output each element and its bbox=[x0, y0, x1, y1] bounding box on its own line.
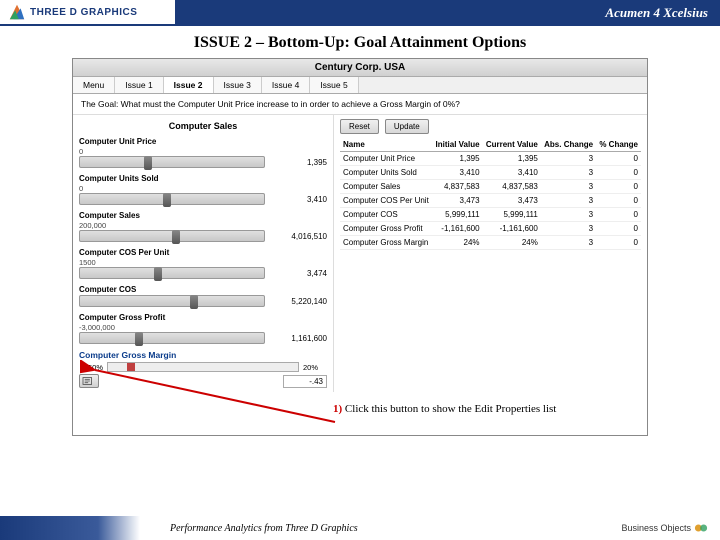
slide-title: ISSUE 2 – Bottom-Up: Goal Attainment Opt… bbox=[0, 34, 720, 52]
three-d-logo-icon bbox=[8, 3, 26, 21]
sliders-panel: Computer Sales Computer Unit Price01,395… bbox=[73, 115, 333, 392]
table-row: Computer Sales4,837,5834,837,58330 bbox=[340, 180, 641, 194]
slider-track[interactable] bbox=[79, 193, 265, 205]
slider-value: 5,220,140 bbox=[271, 297, 327, 306]
goal-text: The Goal: What must the Computer Unit Pr… bbox=[73, 94, 647, 115]
callout-text: 1) Click this button to show the Edit Pr… bbox=[333, 403, 556, 415]
tab-menu[interactable]: Menu bbox=[73, 77, 115, 93]
footer: Performance Analytics from Three D Graph… bbox=[0, 516, 720, 540]
slider-track[interactable] bbox=[79, 332, 265, 344]
slider-label: Computer Unit Price bbox=[79, 137, 327, 146]
table-row: Computer Gross Margin24%24%30 bbox=[340, 236, 641, 250]
logo-area: THREE D GRAPHICS bbox=[0, 0, 175, 26]
footer-text: Performance Analytics from Three D Graph… bbox=[170, 523, 358, 534]
gm-min: -50% bbox=[79, 363, 103, 372]
slider-label: Computer COS bbox=[79, 285, 327, 294]
table-row: Computer Unit Price1,3951,39530 bbox=[340, 152, 641, 166]
tab-bar: MenuIssue 1Issue 2Issue 3Issue 4Issue 5 bbox=[73, 77, 647, 94]
gross-margin-label: Computer Gross Margin bbox=[79, 350, 327, 360]
tab-issue-4[interactable]: Issue 4 bbox=[262, 77, 310, 93]
header: THREE D GRAPHICS Acumen 4 Xcelsius bbox=[0, 0, 720, 26]
product-name: Acumen 4 Xcelsius bbox=[605, 5, 708, 21]
slider-thumb[interactable] bbox=[163, 193, 171, 207]
table-row: Computer Gross Profit-1,161,600-1,161,60… bbox=[340, 222, 641, 236]
app-title: Century Corp. USA bbox=[73, 59, 647, 77]
slider-thumb[interactable] bbox=[154, 267, 162, 281]
tab-issue-3[interactable]: Issue 3 bbox=[214, 77, 262, 93]
footer-accent bbox=[0, 516, 140, 540]
section-title: Computer Sales bbox=[79, 119, 327, 137]
slider-thumb[interactable] bbox=[190, 295, 198, 309]
slider-track[interactable] bbox=[79, 267, 265, 279]
slider-thumb[interactable] bbox=[172, 230, 180, 244]
col-header: % Change bbox=[596, 138, 641, 152]
col-header: Initial Value bbox=[432, 138, 482, 152]
slider-thumb[interactable] bbox=[135, 332, 143, 346]
slider-value: 3,474 bbox=[271, 269, 327, 278]
tab-issue-5[interactable]: Issue 5 bbox=[310, 77, 358, 93]
table-row: Computer Units Sold3,4103,41030 bbox=[340, 166, 641, 180]
reset-button[interactable]: Reset bbox=[340, 119, 379, 134]
table-row: Computer COS5,999,1115,999,11130 bbox=[340, 208, 641, 222]
slider-label: Computer Units Sold bbox=[79, 174, 327, 183]
gm-track[interactable] bbox=[107, 362, 299, 372]
slider-value: 3,410 bbox=[271, 195, 327, 204]
col-header: Name bbox=[340, 138, 432, 152]
slider-label: Computer Sales bbox=[79, 211, 327, 220]
slider-value: 1,395 bbox=[271, 158, 327, 167]
slider-label: Computer COS Per Unit bbox=[79, 248, 327, 257]
app-window: Century Corp. USA MenuIssue 1Issue 2Issu… bbox=[72, 58, 648, 436]
header-blue-bar: Acumen 4 Xcelsius bbox=[175, 0, 720, 26]
col-header: Abs. Change bbox=[541, 138, 596, 152]
slider-value: 1,161,600 bbox=[271, 334, 327, 343]
gm-value: -.43 bbox=[283, 375, 327, 388]
business-objects-logo: Business Objects bbox=[621, 521, 708, 535]
slider-track[interactable] bbox=[79, 295, 265, 307]
slider-thumb[interactable] bbox=[144, 156, 152, 170]
logo-text: THREE D GRAPHICS bbox=[30, 7, 137, 18]
business-objects-icon bbox=[694, 521, 708, 535]
tab-issue-2[interactable]: Issue 2 bbox=[164, 77, 214, 93]
col-header: Current Value bbox=[483, 138, 541, 152]
update-button[interactable]: Update bbox=[385, 119, 429, 134]
values-table: NameInitial ValueCurrent ValueAbs. Chang… bbox=[340, 138, 641, 250]
table-row: Computer COS Per Unit3,4733,47330 bbox=[340, 194, 641, 208]
data-table-panel: Reset Update NameInitial ValueCurrent Va… bbox=[333, 115, 647, 392]
tab-issue-1[interactable]: Issue 1 bbox=[115, 77, 163, 93]
slider-value: 4,016,510 bbox=[271, 232, 327, 241]
slider-track[interactable] bbox=[79, 230, 265, 242]
edit-properties-button[interactable] bbox=[79, 374, 99, 388]
slider-label: Computer Gross Profit bbox=[79, 313, 327, 322]
gm-max: 20% bbox=[303, 363, 327, 372]
slider-track[interactable] bbox=[79, 156, 265, 168]
